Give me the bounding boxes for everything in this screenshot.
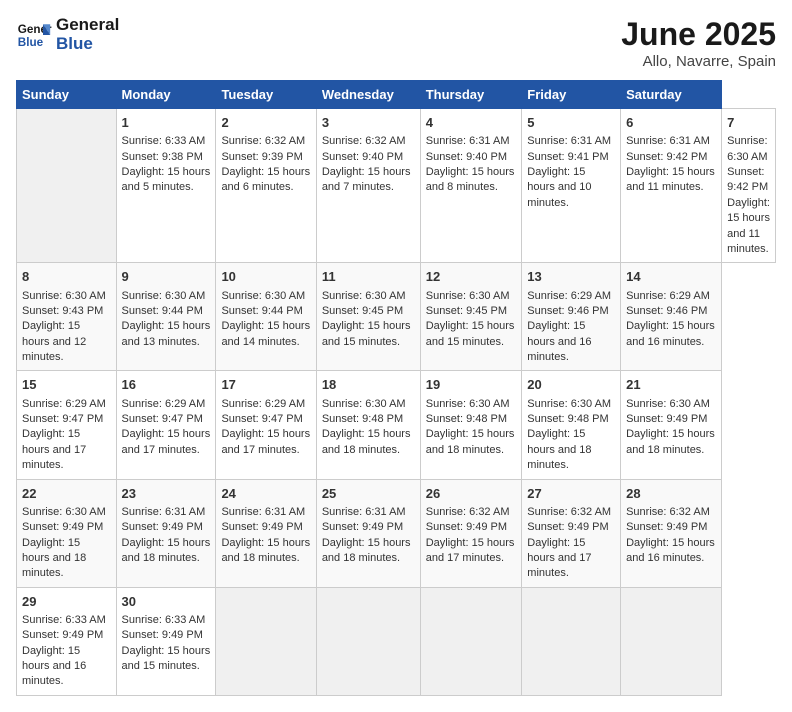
empty-cell <box>621 587 722 695</box>
day-cell-30: 30Sunrise: 6:33 AMSunset: 9:49 PMDayligh… <box>116 587 216 695</box>
day-cell-6: 6Sunrise: 6:31 AMSunset: 9:42 PMDaylight… <box>621 109 722 263</box>
calendar-subtitle: Allo, Navarre, Spain <box>621 53 776 70</box>
day-cell-19: 19Sunrise: 6:30 AMSunset: 9:48 PMDayligh… <box>420 371 522 479</box>
day-cell-10: 10Sunrise: 6:30 AMSunset: 9:44 PMDayligh… <box>216 263 316 371</box>
header-day-thursday: Thursday <box>420 81 522 109</box>
empty-cell <box>522 587 621 695</box>
header-day-saturday: Saturday <box>621 81 722 109</box>
day-cell-26: 26Sunrise: 6:32 AMSunset: 9:49 PMDayligh… <box>420 479 522 587</box>
day-cell-13: 13Sunrise: 6:29 AMSunset: 9:46 PMDayligh… <box>522 263 621 371</box>
header-day-sunday: Sunday <box>17 81 117 109</box>
day-cell-4: 4Sunrise: 6:31 AMSunset: 9:40 PMDaylight… <box>420 109 522 263</box>
empty-cell <box>17 109 117 263</box>
header-row: SundayMondayTuesdayWednesdayThursdayFrid… <box>17 81 776 109</box>
day-cell-29: 29Sunrise: 6:33 AMSunset: 9:49 PMDayligh… <box>17 587 117 695</box>
day-cell-28: 28Sunrise: 6:32 AMSunset: 9:49 PMDayligh… <box>621 479 722 587</box>
week-row-4: 22Sunrise: 6:30 AMSunset: 9:49 PMDayligh… <box>17 479 776 587</box>
calendar-title: June 2025 <box>621 16 776 53</box>
day-cell-8: 8Sunrise: 6:30 AMSunset: 9:43 PMDaylight… <box>17 263 117 371</box>
day-cell-1: 1Sunrise: 6:33 AMSunset: 9:38 PMDaylight… <box>116 109 216 263</box>
day-cell-5: 5Sunrise: 6:31 AMSunset: 9:41 PMDaylight… <box>522 109 621 263</box>
day-cell-2: 2Sunrise: 6:32 AMSunset: 9:39 PMDaylight… <box>216 109 316 263</box>
calendar-table: SundayMondayTuesdayWednesdayThursdayFrid… <box>16 80 776 696</box>
week-row-1: 1Sunrise: 6:33 AMSunset: 9:38 PMDaylight… <box>17 109 776 263</box>
title-area: June 2025 Allo, Navarre, Spain <box>621 16 776 70</box>
logo: General Blue General Blue <box>16 16 119 53</box>
day-cell-21: 21Sunrise: 6:30 AMSunset: 9:49 PMDayligh… <box>621 371 722 479</box>
day-cell-18: 18Sunrise: 6:30 AMSunset: 9:48 PMDayligh… <box>316 371 420 479</box>
day-cell-11: 11Sunrise: 6:30 AMSunset: 9:45 PMDayligh… <box>316 263 420 371</box>
day-cell-22: 22Sunrise: 6:30 AMSunset: 9:49 PMDayligh… <box>17 479 117 587</box>
empty-cell <box>420 587 522 695</box>
calendar-header: SundayMondayTuesdayWednesdayThursdayFrid… <box>17 81 776 109</box>
week-row-2: 8Sunrise: 6:30 AMSunset: 9:43 PMDaylight… <box>17 263 776 371</box>
day-cell-27: 27Sunrise: 6:32 AMSunset: 9:49 PMDayligh… <box>522 479 621 587</box>
header-day-friday: Friday <box>522 81 621 109</box>
day-cell-16: 16Sunrise: 6:29 AMSunset: 9:47 PMDayligh… <box>116 371 216 479</box>
empty-cell <box>316 587 420 695</box>
week-row-3: 15Sunrise: 6:29 AMSunset: 9:47 PMDayligh… <box>17 371 776 479</box>
day-cell-14: 14Sunrise: 6:29 AMSunset: 9:46 PMDayligh… <box>621 263 722 371</box>
day-cell-17: 17Sunrise: 6:29 AMSunset: 9:47 PMDayligh… <box>216 371 316 479</box>
day-cell-23: 23Sunrise: 6:31 AMSunset: 9:49 PMDayligh… <box>116 479 216 587</box>
header: General Blue General Blue June 2025 Allo… <box>16 16 776 70</box>
day-cell-3: 3Sunrise: 6:32 AMSunset: 9:40 PMDaylight… <box>316 109 420 263</box>
week-row-5: 29Sunrise: 6:33 AMSunset: 9:49 PMDayligh… <box>17 587 776 695</box>
day-cell-7: 7Sunrise: 6:30 AMSunset: 9:42 PMDaylight… <box>722 109 776 263</box>
calendar-body: 1Sunrise: 6:33 AMSunset: 9:38 PMDaylight… <box>17 109 776 696</box>
day-cell-9: 9Sunrise: 6:30 AMSunset: 9:44 PMDaylight… <box>116 263 216 371</box>
day-cell-25: 25Sunrise: 6:31 AMSunset: 9:49 PMDayligh… <box>316 479 420 587</box>
day-cell-20: 20Sunrise: 6:30 AMSunset: 9:48 PMDayligh… <box>522 371 621 479</box>
header-day-monday: Monday <box>116 81 216 109</box>
logo-general: General <box>56 16 119 35</box>
logo-blue: Blue <box>56 35 119 54</box>
header-day-wednesday: Wednesday <box>316 81 420 109</box>
header-day-tuesday: Tuesday <box>216 81 316 109</box>
empty-cell <box>216 587 316 695</box>
day-cell-24: 24Sunrise: 6:31 AMSunset: 9:49 PMDayligh… <box>216 479 316 587</box>
day-cell-15: 15Sunrise: 6:29 AMSunset: 9:47 PMDayligh… <box>17 371 117 479</box>
svg-text:Blue: Blue <box>18 35 44 48</box>
day-cell-12: 12Sunrise: 6:30 AMSunset: 9:45 PMDayligh… <box>420 263 522 371</box>
